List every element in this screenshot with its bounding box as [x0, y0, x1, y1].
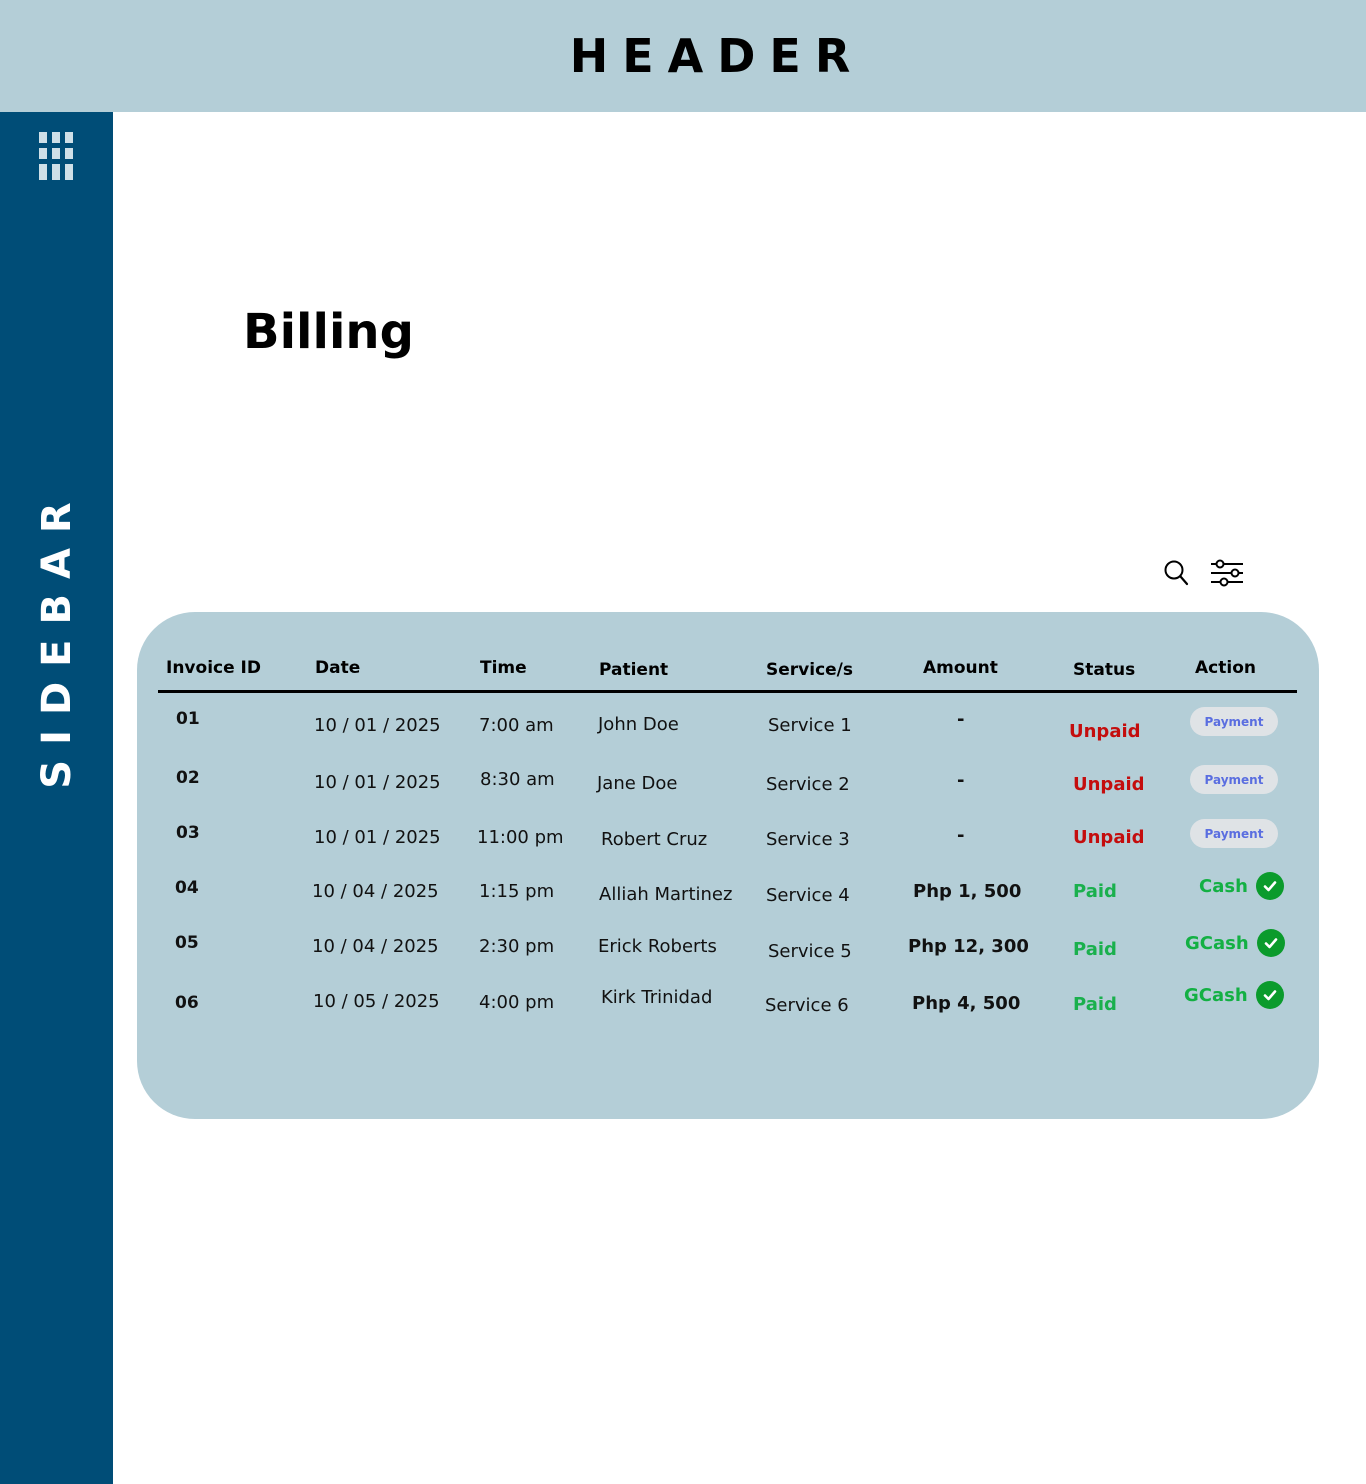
invoice-time: 11:00 pm: [477, 827, 564, 848]
invoice-date: 10 / 05 / 2025: [313, 991, 440, 1012]
column-header-invoice-id: Invoice ID: [166, 658, 261, 678]
invoice-id: 01: [176, 709, 200, 729]
invoice-date: 10 / 01 / 2025: [314, 772, 441, 793]
sidebar: SIDEBAR: [0, 112, 113, 1484]
amount: Php 4, 500: [912, 993, 1021, 1014]
column-header-services: Service/s: [766, 660, 854, 680]
amount: -: [957, 825, 965, 846]
status-badge: Paid: [1073, 939, 1117, 960]
invoice-date: 10 / 01 / 2025: [314, 715, 441, 736]
patient-name: Erick Roberts: [598, 936, 717, 957]
payment-method-label: Cash: [1199, 875, 1248, 897]
status-badge: Paid: [1073, 881, 1117, 902]
service-name: Service 2: [766, 774, 850, 795]
sidebar-label: SIDEBAR: [34, 487, 80, 789]
service-name: Service 1: [768, 715, 852, 736]
invoice-id: 06: [175, 993, 199, 1013]
status-badge: Unpaid: [1073, 774, 1145, 795]
column-header-patient: Patient: [599, 660, 669, 680]
invoice-date: 10 / 04 / 2025: [312, 881, 439, 902]
header-bar: HEADER: [0, 0, 1366, 112]
status-badge: Paid: [1073, 994, 1117, 1015]
invoice-time: 8:30 am: [480, 769, 555, 790]
billing-page: HEADER SIDEBAR Billing Invoice ID Date T…: [0, 0, 1366, 1484]
payment-button[interactable]: Payment: [1190, 819, 1278, 848]
invoice-date: 10 / 01 / 2025: [314, 827, 441, 848]
invoice-id: 05: [175, 933, 199, 953]
invoice-id: 04: [175, 878, 199, 898]
amount: Php 12, 300: [908, 936, 1029, 957]
service-name: Service 3: [766, 829, 850, 850]
payment-method-label: GCash: [1184, 984, 1248, 1006]
check-circle-icon: [1255, 981, 1284, 1009]
amount: -: [957, 770, 965, 791]
check-circle-icon: [1255, 872, 1284, 900]
payment-button[interactable]: Payment: [1190, 707, 1278, 736]
billing-table: Invoice ID Date Time Patient Service/s A…: [137, 612, 1319, 1119]
amount: -: [957, 709, 965, 730]
amount: Php 1, 500: [913, 881, 1022, 902]
invoice-id: 03: [176, 823, 200, 843]
payment-method: Cash: [1199, 872, 1284, 900]
header-divider: [158, 690, 1297, 693]
page-title: Billing: [243, 304, 414, 360]
invoice-id: 02: [176, 768, 200, 788]
patient-name: Kirk Trinidad: [601, 987, 713, 1008]
column-header-status: Status: [1073, 660, 1136, 680]
status-badge: Unpaid: [1069, 721, 1141, 742]
patient-name: Alliah Martinez: [599, 884, 733, 905]
invoice-time: 4:00 pm: [479, 992, 555, 1013]
service-name: Service 6: [765, 995, 849, 1016]
check-circle-icon: [1256, 929, 1285, 957]
service-name: Service 5: [768, 941, 852, 962]
filter-icon[interactable]: [1209, 557, 1245, 589]
header-title: HEADER: [569, 29, 865, 83]
column-header-amount: Amount: [923, 658, 998, 678]
search-icon[interactable]: [1163, 559, 1189, 587]
payment-method: GCash: [1184, 981, 1284, 1009]
column-header-action: Action: [1195, 658, 1256, 678]
patient-name: John Doe: [598, 714, 679, 735]
hamburger-menu-icon[interactable]: [39, 132, 73, 180]
invoice-time: 7:00 am: [479, 715, 554, 736]
payment-method-label: GCash: [1185, 932, 1249, 954]
column-header-time: Time: [480, 658, 527, 678]
patient-name: Robert Cruz: [601, 829, 708, 850]
payment-button[interactable]: Payment: [1190, 765, 1278, 794]
invoice-time: 2:30 pm: [479, 936, 555, 957]
invoice-date: 10 / 04 / 2025: [312, 936, 439, 957]
status-badge: Unpaid: [1073, 827, 1145, 848]
patient-name: Jane Doe: [597, 773, 678, 794]
invoice-time: 1:15 pm: [479, 881, 555, 902]
payment-method: GCash: [1185, 929, 1285, 957]
column-header-date: Date: [315, 658, 361, 678]
service-name: Service 4: [766, 885, 850, 906]
